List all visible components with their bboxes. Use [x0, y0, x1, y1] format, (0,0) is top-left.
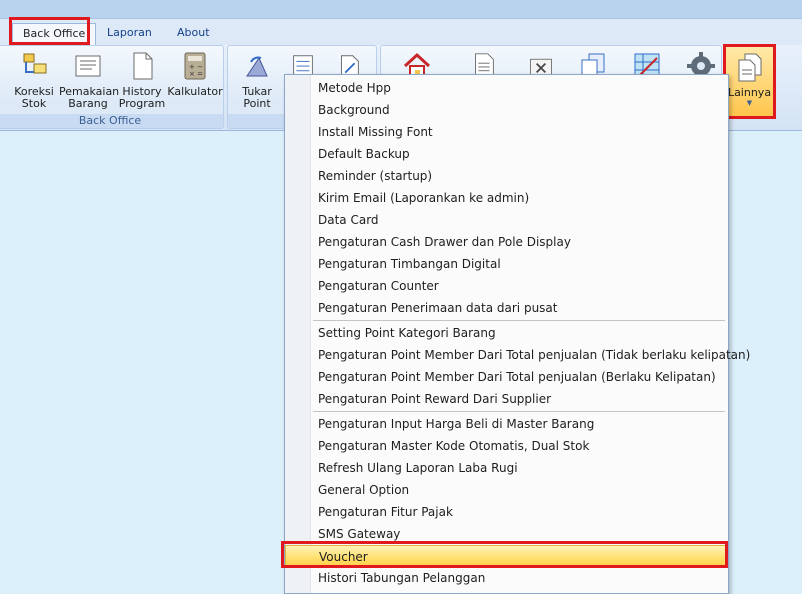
menu-item-general-option[interactable]: General Option — [312, 479, 728, 501]
svg-text:× =: × = — [189, 70, 203, 78]
window-titlebar — [0, 0, 802, 18]
menu-item-timbangan-digital[interactable]: Pengaturan Timbangan Digital — [312, 253, 728, 275]
history-program-button[interactable]: History Program — [117, 48, 167, 114]
kalkulator-button[interactable]: + − × = Kalkulator — [167, 48, 223, 114]
menu-item-default-backup[interactable]: Default Backup — [312, 143, 728, 165]
document-icon — [133, 52, 153, 80]
menu-item-input-harga-beli[interactable]: Pengaturan Input Harga Beli di Master Ba… — [312, 413, 728, 435]
correction-icon — [23, 53, 47, 74]
menu-item-point-member-tidak-kelipatan[interactable]: Pengaturan Point Member Dari Total penju… — [312, 344, 750, 366]
menu-item-background[interactable]: Background — [312, 99, 728, 121]
menu-item-data-card[interactable]: Data Card — [312, 209, 728, 231]
tukar-point-button[interactable]: Tukar Point — [232, 48, 282, 114]
menu-item-refresh-laba-rugi[interactable]: Refresh Ulang Laporan Laba Rugi — [312, 457, 728, 479]
menu-item-penerimaan-data[interactable]: Pengaturan Penerimaan data dari pusat — [312, 297, 728, 319]
kalkulator-label: Kalkulator — [167, 85, 223, 98]
history-program-label: History Program — [118, 85, 166, 110]
menu-item-point-member-kelipatan[interactable]: Pengaturan Point Member Dari Total penju… — [312, 366, 728, 388]
back-office-tab-highlight — [9, 17, 90, 45]
menu-item-counter[interactable]: Pengaturan Counter — [312, 275, 728, 297]
tab-laporan[interactable]: Laporan — [97, 23, 162, 45]
menu-separator — [313, 411, 725, 412]
menu-item-fitur-pajak[interactable]: Pengaturan Fitur Pajak — [312, 501, 728, 523]
voucher-highlight — [281, 541, 728, 568]
calculator-icon: + − × = — [184, 52, 206, 80]
tab-about[interactable]: About — [167, 23, 220, 45]
menu-separator — [313, 320, 725, 321]
ribbon-group-label: Back Office — [0, 114, 223, 128]
koreksi-stok-label: Koreksi Stok — [14, 85, 54, 110]
lainnya-label: Lainnya — [727, 86, 772, 99]
lainnya-button[interactable]: Lainnya ▼ — [723, 44, 776, 119]
pemakaian-barang-button[interactable]: Pemakaian Barang — [59, 48, 120, 114]
pemakaian-barang-label: Pemakaian Barang — [59, 85, 120, 110]
menu-gutter — [285, 75, 311, 593]
menu-item-kode-otomatis[interactable]: Pengaturan Master Kode Otomatis, Dual St… — [312, 435, 728, 457]
koreksi-stok-button[interactable]: Koreksi Stok — [9, 48, 59, 114]
menu-item-kirim-email[interactable]: Kirim Email (Laporankan ke admin) — [312, 187, 728, 209]
ribbon-tab-bar: Back Office Laporan About — [0, 18, 802, 45]
lainnya-dropdown-menu: Metode Hpp Background Install Missing Fo… — [284, 74, 750, 594]
menu-item-install-missing-font[interactable]: Install Missing Font — [312, 121, 728, 143]
menu-item-setting-point-kategori[interactable]: Setting Point Kategori Barang — [312, 322, 728, 344]
menu-item-reminder[interactable]: Reminder (startup) — [312, 165, 728, 187]
tukar-point-label: Tukar Point — [242, 85, 272, 110]
menu-item-point-reward-supplier[interactable]: Pengaturan Point Reward Dari Supplier — [312, 388, 728, 410]
menu-item-histori-tabungan[interactable]: Histori Tabungan Pelanggan — [312, 567, 728, 589]
document-list-icon — [75, 55, 101, 77]
menu-item-cash-drawer[interactable]: Pengaturan Cash Drawer dan Pole Display — [312, 231, 728, 253]
chevron-down-icon: ▼ — [746, 99, 753, 107]
menu-item-metode-hpp[interactable]: Metode Hpp — [312, 77, 728, 99]
exchange-point-icon — [246, 56, 268, 77]
documents-icon — [738, 53, 761, 82]
ribbon-group-back-office: Koreksi Stok Pemakaian Barang History Pr… — [0, 45, 224, 129]
